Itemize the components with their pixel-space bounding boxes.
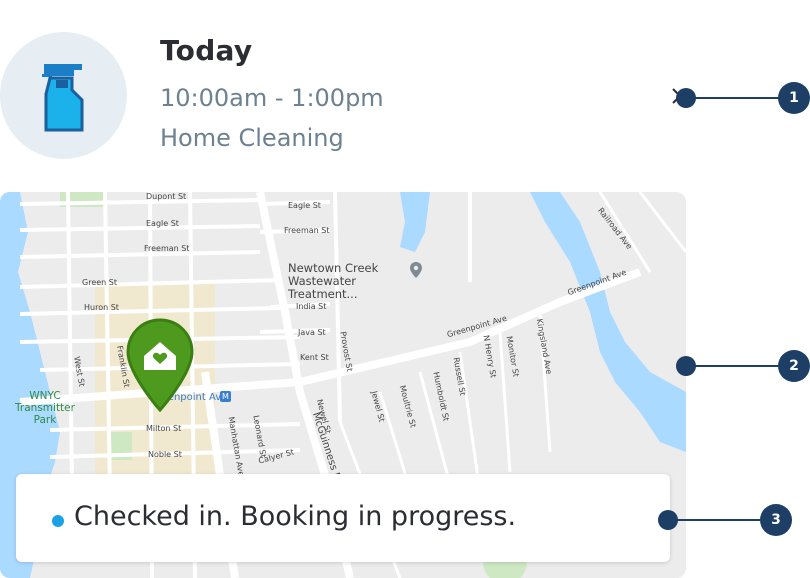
street-label: Eagle St — [288, 201, 321, 210]
street-label: Huron St — [84, 303, 119, 312]
street-label: Java St — [298, 328, 326, 337]
street-label: Dupont St — [146, 192, 187, 201]
poi-label: Newtown Creek Wastewater Treatment... — [288, 261, 379, 301]
close-icon[interactable] — [670, 86, 690, 106]
status-dot-icon — [52, 515, 64, 527]
callout-number: 1 — [778, 82, 810, 114]
status-card: Checked in. Booking in progress. — [16, 474, 670, 562]
booking-service: Home Cleaning — [160, 124, 344, 152]
park-label: WNYC Transmitter Park — [15, 390, 75, 426]
home-location-pin-icon[interactable] — [124, 318, 196, 412]
street-label: India St — [296, 302, 327, 311]
service-avatar — [0, 32, 127, 159]
callout-number: 3 — [760, 504, 792, 536]
street-label: Freeman St — [144, 244, 190, 253]
street-label: Green St — [82, 278, 117, 287]
location-marker-icon — [410, 262, 422, 278]
status-text: Checked in. Booking in progress. — [74, 501, 517, 532]
street-label: Kent St — [300, 353, 329, 362]
street-label: Milton St — [146, 424, 182, 433]
subway-badge: M — [220, 391, 231, 402]
booking-time: 10:00am - 1:00pm — [160, 84, 384, 112]
street-label: Eagle St — [146, 219, 179, 228]
street-label: Freeman St — [284, 226, 330, 235]
street-label: Noble St — [148, 450, 182, 459]
spray-bottle-icon — [42, 64, 84, 132]
booking-title: Today — [160, 34, 253, 67]
callout-number: 2 — [778, 350, 810, 382]
